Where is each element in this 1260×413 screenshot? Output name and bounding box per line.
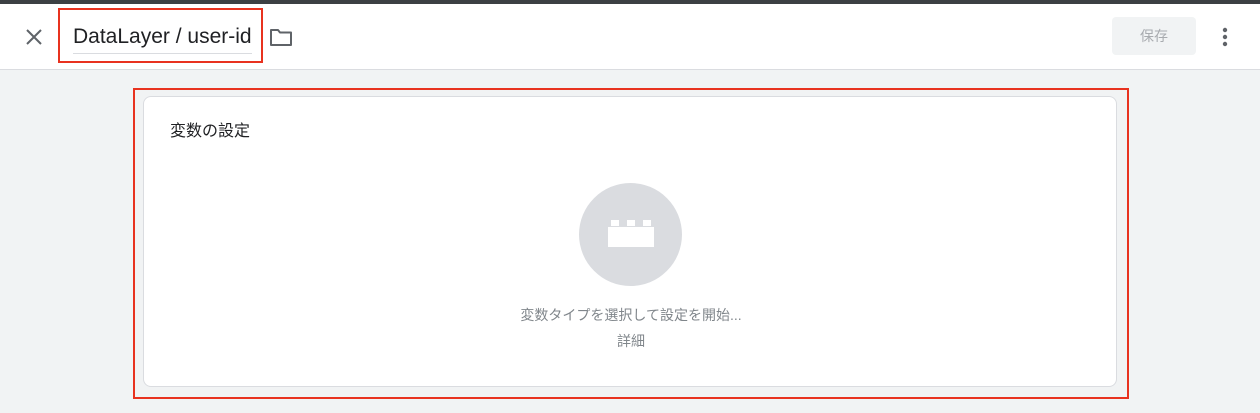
close-button[interactable] (18, 21, 50, 53)
more-options-button[interactable] (1212, 21, 1238, 53)
select-type-prompt: 変数タイプを選択して設定を開始... (520, 307, 742, 323)
card-title: 変数の設定 (170, 123, 251, 140)
close-icon (26, 29, 42, 45)
folder-button[interactable] (268, 26, 294, 48)
choose-variable-type-button[interactable] (579, 183, 682, 286)
variable-config-card: 変数の設定 変数タイプを選択して設定を開始... 詳細 (143, 96, 1117, 387)
variable-name-field[interactable]: DataLayer / user-id (73, 25, 252, 54)
more-vert-icon (1222, 27, 1228, 47)
details-link[interactable]: 詳細 (617, 333, 645, 349)
editor-header: DataLayer / user-id 保存 (0, 4, 1260, 70)
building-block-icon (607, 219, 654, 247)
folder-icon (270, 29, 292, 46)
save-button[interactable]: 保存 (1112, 17, 1196, 55)
